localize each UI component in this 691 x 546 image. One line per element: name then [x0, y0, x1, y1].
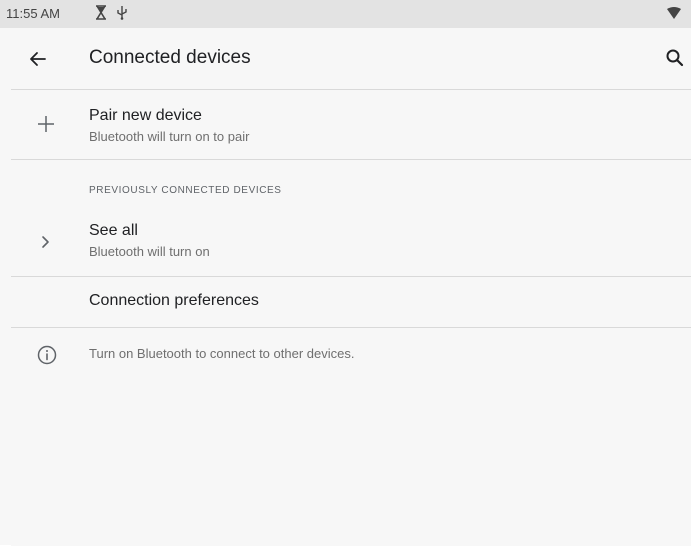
- previously-connected-header: PREVIOUSLY CONNECTED DEVICES: [89, 185, 282, 196]
- connection-preferences-row[interactable]: Connection preferences: [0, 277, 691, 327]
- hourglass-icon: [95, 5, 107, 20]
- see-all-subtitle: Bluetooth will turn on: [89, 244, 210, 259]
- arrow-back-icon: [30, 52, 46, 66]
- connected-devices-screen: 11:55 AM Connected devices Pair new devi…: [0, 0, 691, 546]
- status-time: 11:55 AM: [6, 6, 60, 21]
- pair-new-device-row[interactable]: Pair new device Bluetooth will turn on t…: [0, 90, 691, 159]
- wifi-icon: [667, 7, 681, 19]
- search-button[interactable]: [663, 46, 687, 70]
- connection-preferences-title: Connection preferences: [89, 292, 259, 309]
- pair-new-device-title: Pair new device: [89, 107, 202, 124]
- status-bar: 11:55 AM: [0, 0, 691, 28]
- usb-icon: [117, 5, 127, 20]
- see-all-row[interactable]: See all Bluetooth will turn on: [0, 210, 691, 275]
- search-icon: [666, 49, 684, 67]
- chevron-right-icon: [34, 230, 58, 254]
- back-button[interactable]: [22, 44, 52, 74]
- divider: [11, 327, 691, 328]
- divider: [11, 159, 691, 160]
- see-all-title: See all: [89, 222, 138, 239]
- info-icon: [36, 344, 58, 366]
- page-title: Connected devices: [89, 47, 251, 68]
- bluetooth-info-text: Turn on Bluetooth to connect to other de…: [89, 346, 355, 361]
- pair-new-device-subtitle: Bluetooth will turn on to pair: [89, 129, 250, 144]
- plus-icon: [34, 112, 58, 136]
- app-bar: Connected devices: [0, 28, 691, 89]
